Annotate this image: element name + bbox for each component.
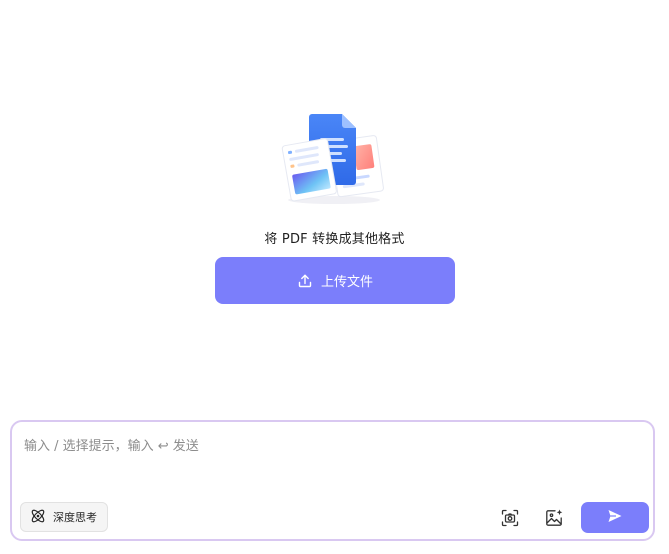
- chat-composer: 深度思考: [10, 420, 655, 541]
- upload-file-button[interactable]: 上传文件: [215, 257, 455, 304]
- deep-think-label: 深度思考: [53, 511, 97, 524]
- prompt-input[interactable]: [24, 434, 641, 458]
- atom-icon: [29, 507, 47, 528]
- page: 将 PDF 转换成其他格式 上传文件 深度思考: [0, 0, 669, 554]
- send-button[interactable]: [581, 502, 649, 533]
- page-title: 将 PDF 转换成其他格式: [264, 232, 405, 247]
- upload-icon: [297, 273, 313, 289]
- send-icon: [607, 508, 623, 528]
- upload-file-label: 上传文件: [320, 275, 373, 290]
- deep-think-button[interactable]: 深度思考: [20, 502, 108, 532]
- image-sparkle-icon[interactable]: [542, 506, 566, 530]
- camera-icon[interactable]: [498, 506, 522, 530]
- documents-illustration-icon: [276, 110, 392, 206]
